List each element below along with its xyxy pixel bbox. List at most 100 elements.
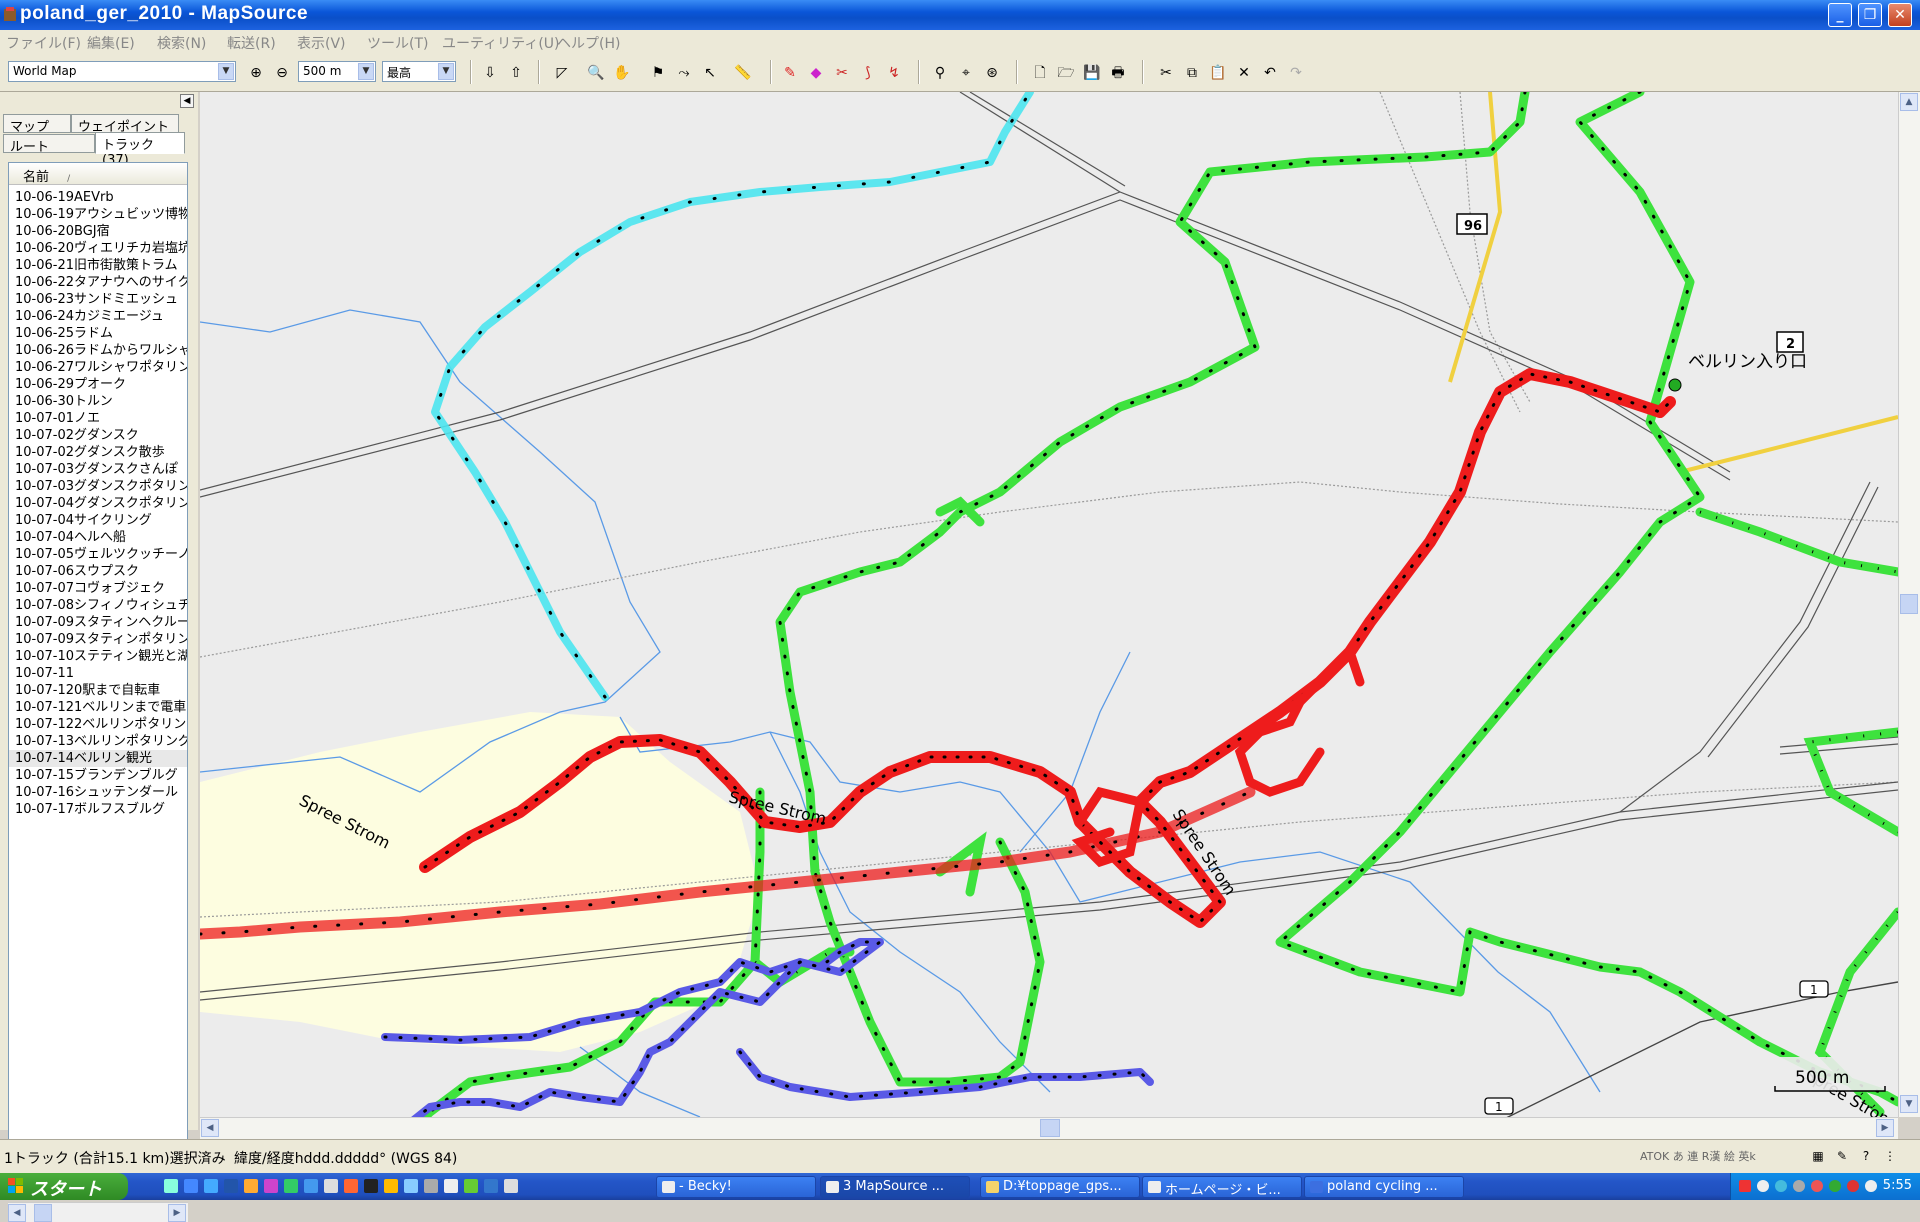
- cut-icon[interactable]: ✂: [1156, 63, 1176, 83]
- track-list-item[interactable]: 10-07-121ベルリンまで電車: [9, 699, 187, 716]
- quick-launch-icon[interactable]: [204, 1179, 218, 1193]
- quick-launch-icon[interactable]: [384, 1179, 398, 1193]
- chevron-down-icon[interactable]: ▼: [218, 63, 234, 80]
- scroll-left-icon[interactable]: ◀: [8, 1204, 26, 1222]
- track-list-item[interactable]: 10-07-122ベルリンポタリング: [9, 716, 187, 733]
- name-column-header[interactable]: 名前 /: [9, 163, 187, 185]
- track-list-item[interactable]: 10-07-04グダンスクポタリング: [9, 495, 187, 512]
- menu-view[interactable]: 表示(V): [297, 33, 346, 53]
- taskbar-item-mapsource[interactable]: 3 MapSource ...: [820, 1176, 970, 1198]
- track-list-item[interactable]: 10-07-15ブランデンブルグ: [9, 767, 187, 784]
- track-list-item[interactable]: 10-07-11: [9, 665, 187, 682]
- quick-launch-icon[interactable]: [224, 1179, 238, 1193]
- tray-icon[interactable]: [1775, 1180, 1787, 1192]
- tray-icon[interactable]: [1829, 1180, 1841, 1192]
- mapsource-app-icon[interactable]: [3, 6, 17, 22]
- quick-launch-icon[interactable]: [364, 1179, 378, 1193]
- find-places-icon[interactable]: ⌖: [956, 63, 976, 83]
- track-list-item[interactable]: 10-07-09スタティンヘクルーシ: [9, 614, 187, 631]
- track-list-item[interactable]: 10-06-19AEVrb: [9, 189, 187, 206]
- scroll-right-icon[interactable]: ▶: [1876, 1119, 1894, 1137]
- track-list-item[interactable]: 10-07-10ステティン観光と湖畔: [9, 648, 187, 665]
- quick-launch-icon[interactable]: [284, 1179, 298, 1193]
- quick-launch-icon[interactable]: [404, 1179, 418, 1193]
- receive-from-device-icon[interactable]: ⇩: [480, 63, 500, 83]
- quick-launch-icon[interactable]: [324, 1179, 338, 1193]
- menu-tools[interactable]: ツール(T): [367, 33, 428, 53]
- quick-launch-icon[interactable]: [424, 1179, 438, 1193]
- tab-tracks[interactable]: トラック(37): [95, 132, 185, 168]
- quick-launch-icon[interactable]: [444, 1179, 458, 1193]
- close-button[interactable]: ✕: [1888, 3, 1912, 27]
- map-tool-icon[interactable]: ◸: [552, 63, 572, 83]
- track-list-item[interactable]: 10-06-26ラドムからワルシャ: [9, 342, 187, 359]
- track-list-item[interactable]: 10-07-02グダンスク: [9, 427, 187, 444]
- start-button[interactable]: スタート: [0, 1173, 128, 1200]
- send-to-device-icon[interactable]: ⇧: [506, 63, 526, 83]
- track-list-item[interactable]: 10-07-04サイクリング: [9, 512, 187, 529]
- zoom-in-icon[interactable]: ⊕: [246, 63, 266, 83]
- map-vertical-scrollbar[interactable]: ▲ ▼: [1898, 92, 1920, 1117]
- map-product-select[interactable]: World Map ▼: [8, 61, 236, 82]
- taskbar-item-folder[interactable]: D:¥toppage_gps...: [980, 1176, 1140, 1198]
- zoom-out-icon[interactable]: ⊖: [272, 63, 292, 83]
- undo-icon[interactable]: ↶: [1260, 63, 1280, 83]
- vertical-scroll-thumb[interactable]: [1900, 594, 1918, 614]
- scroll-down-icon[interactable]: ▼: [1900, 1095, 1918, 1113]
- ime-menu-icon[interactable]: ▦: [1808, 1146, 1828, 1166]
- maximize-button[interactable]: ❐: [1858, 3, 1882, 27]
- quick-launch-icon[interactable]: [244, 1179, 258, 1193]
- quick-launch-icon[interactable]: [504, 1179, 518, 1193]
- paste-icon[interactable]: 📋: [1208, 63, 1228, 83]
- scroll-right-icon[interactable]: ▶: [168, 1204, 186, 1222]
- distance-tool-icon[interactable]: 📏: [730, 63, 756, 83]
- map-view[interactable]: ベルリン入り口 96 2 1 1 Spree Strom Spree Strom…: [200, 92, 1898, 1117]
- track-list-item[interactable]: 10-07-03グダンスクポタリング: [9, 478, 187, 495]
- track-draw-icon[interactable]: ✎: [780, 63, 800, 83]
- track-join-icon[interactable]: ⟆: [858, 63, 878, 83]
- find-icon[interactable]: ⚲: [930, 63, 950, 83]
- tab-routes[interactable]: ルート: [3, 134, 95, 155]
- menu-search[interactable]: 検索(N): [157, 33, 206, 53]
- tray-icon[interactable]: [1847, 1180, 1859, 1192]
- volume-icon[interactable]: [1865, 1180, 1877, 1192]
- collapse-panel-button[interactable]: ◀: [180, 94, 194, 108]
- save-icon[interactable]: 💾: [1082, 63, 1102, 83]
- minimize-button[interactable]: _: [1828, 3, 1852, 27]
- tray-icon[interactable]: [1757, 1180, 1769, 1192]
- menu-file[interactable]: ファイル(F): [6, 33, 81, 53]
- track-list-item[interactable]: 10-06-19アウシュビッツ博物: [9, 206, 187, 223]
- scroll-up-icon[interactable]: ▲: [1900, 93, 1918, 111]
- track-list-horizontal-scrollbar[interactable]: ◀ ▶: [8, 1202, 188, 1222]
- track-list-item[interactable]: 10-06-20ヴィエリチカ岩塩坑: [9, 240, 187, 257]
- track-list-item[interactable]: 10-07-09スタティンポタリング: [9, 631, 187, 648]
- scroll-left-icon[interactable]: ◀: [201, 1119, 219, 1137]
- ime-toolbar[interactable]: ATOK あ 連 R漢 絵 英k: [1640, 1148, 1756, 1164]
- track-list-item[interactable]: 10-06-30トルン: [9, 393, 187, 410]
- selection-tool-icon[interactable]: ↖: [700, 63, 720, 83]
- tray-icon[interactable]: [1793, 1180, 1805, 1192]
- redo-icon[interactable]: ↷: [1286, 63, 1306, 83]
- chevron-down-icon[interactable]: ▼: [358, 63, 374, 80]
- ime-edit-icon[interactable]: ✎: [1832, 1146, 1852, 1166]
- quick-launch-icon[interactable]: [184, 1179, 198, 1193]
- new-file-icon[interactable]: 🗋: [1030, 63, 1050, 83]
- menu-transfer[interactable]: 転送(R): [227, 33, 276, 53]
- quick-launch-icon[interactable]: [164, 1179, 178, 1193]
- track-list-item[interactable]: 10-06-27ワルシャワポタリン: [9, 359, 187, 376]
- track-list-item[interactable]: 10-06-23サンドミエッシュ: [9, 291, 187, 308]
- menu-edit[interactable]: 編集(E): [87, 33, 135, 53]
- tab-map[interactable]: マップ: [3, 114, 71, 135]
- track-connect-icon[interactable]: ↯: [884, 63, 904, 83]
- track-list-item[interactable]: 10-07-08シフィノウィシュチャ: [9, 597, 187, 614]
- track-list-item[interactable]: 10-06-20BGJ宿: [9, 223, 187, 240]
- track-list-item[interactable]: 10-07-16シュッテンダール: [9, 784, 187, 801]
- map-canvas[interactable]: ベルリン入り口 96 2 1 1 Spree Strom Spree Strom…: [200, 92, 1898, 1117]
- scroll-thumb[interactable]: [34, 1204, 52, 1222]
- taskbar-item-becky[interactable]: - Becky!: [656, 1176, 816, 1198]
- quick-launch-icon[interactable]: [464, 1179, 478, 1193]
- horizontal-scroll-thumb[interactable]: [1040, 1119, 1060, 1137]
- quick-launch-icon[interactable]: [264, 1179, 278, 1193]
- route-tool-icon[interactable]: ⤳: [674, 63, 694, 83]
- hand-tool-icon[interactable]: ✋: [612, 63, 632, 83]
